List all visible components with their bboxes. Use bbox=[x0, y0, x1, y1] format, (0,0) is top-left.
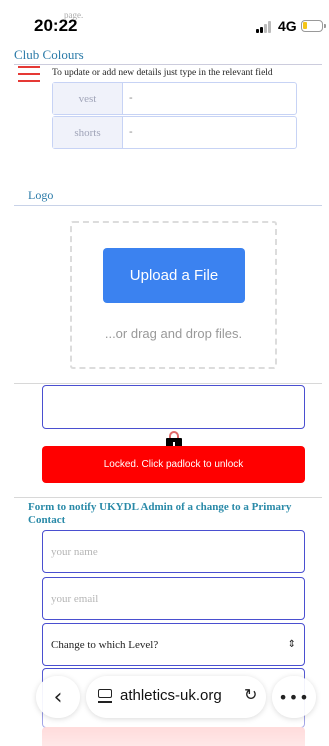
select-caret-icon: ⇕ bbox=[287, 639, 296, 650]
logo-heading: Logo bbox=[28, 188, 54, 202]
vest-value[interactable]: - bbox=[129, 83, 133, 114]
logo-rule bbox=[14, 205, 322, 206]
locked-notice[interactable]: Locked. Click padlock to unlock bbox=[42, 446, 305, 483]
section-divider bbox=[14, 383, 322, 384]
chevron-left-icon: ‹ bbox=[53, 684, 63, 710]
shorts-label: shorts bbox=[53, 117, 123, 148]
shorts-value[interactable]: - bbox=[129, 117, 133, 148]
vest-label: vest bbox=[53, 83, 123, 114]
address-bar[interactable]: athletics-uk.org ↻ bbox=[86, 676, 266, 718]
club-colours-heading: Club Colours bbox=[14, 47, 84, 62]
signal-icon bbox=[256, 21, 274, 33]
menu-icon[interactable] bbox=[18, 64, 40, 82]
vest-field[interactable]: vest - bbox=[52, 82, 297, 115]
back-button[interactable]: ‹ bbox=[36, 676, 80, 718]
browser-toolbar: ‹ athletics-uk.org ↻ ••• bbox=[36, 676, 322, 718]
club-colours-rule bbox=[14, 64, 322, 65]
email-input[interactable]: your email bbox=[42, 577, 305, 620]
club-colours-hint: To update or add new details just type i… bbox=[52, 68, 273, 78]
name-input[interactable]: your name bbox=[42, 530, 305, 573]
shorts-field[interactable]: shorts - bbox=[52, 116, 297, 149]
locked-text-input[interactable] bbox=[42, 385, 305, 429]
tab-overview-icon bbox=[98, 688, 112, 704]
upload-file-button[interactable]: Upload a File bbox=[103, 248, 245, 303]
ellipsis-icon: ••• bbox=[278, 687, 310, 707]
battery-icon bbox=[301, 20, 323, 32]
reload-icon[interactable]: ↻ bbox=[244, 685, 257, 704]
drag-drop-text: ...or drag and drop files. bbox=[104, 326, 243, 341]
scrolled-text-fragment: page. bbox=[64, 10, 84, 20]
battery-tip bbox=[324, 24, 326, 28]
level-select-value: Change to which Level? bbox=[51, 638, 159, 651]
level-select[interactable]: Change to which Level? ⇕ bbox=[42, 623, 305, 666]
section-divider-2 bbox=[14, 497, 322, 498]
network-type: 4G bbox=[278, 18, 297, 34]
url-text: athletics-uk.org bbox=[120, 687, 222, 704]
notify-form-title: Form to notify UKYDL Admin of a change t… bbox=[28, 501, 292, 526]
status-bar: 20:22 page. 4G bbox=[0, 0, 329, 44]
more-options-button[interactable]: ••• bbox=[272, 676, 316, 718]
